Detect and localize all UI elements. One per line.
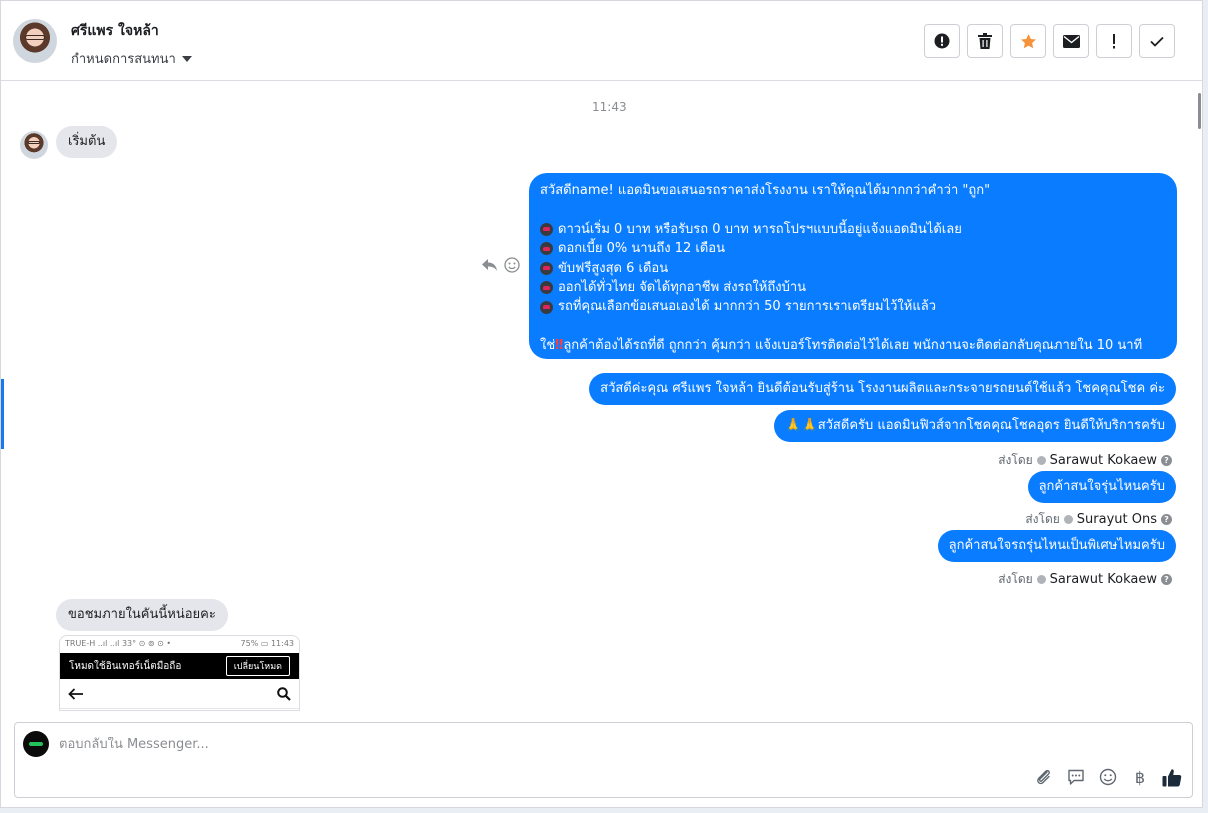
promo-line: สวัสดีname! แอดมินขอเสนอรถราคาส่งโรงงาน …	[540, 183, 991, 198]
exclamation-icon	[1113, 33, 1115, 48]
thumbs-up-icon	[1162, 768, 1182, 786]
sent-by-label: ส่งโดย	[998, 572, 1033, 586]
car-emoji-icon	[540, 261, 553, 275]
contact-name[interactable]: ศรีแพร ใจหล้า	[71, 20, 159, 42]
scrollbar-thumb[interactable]	[1198, 93, 1201, 129]
sender-name[interactable]: Sarawut Kokaew	[1050, 572, 1157, 587]
promo-line: ออกได้ทั่วไทย จัดได้ทุกอาชีพ ส่งรถให้ถึง…	[558, 279, 807, 295]
outgoing-message-promo[interactable]: สวัสดีname! แอดมินขอเสนอรถราคาส่งโรงงาน …	[529, 173, 1177, 359]
outgoing-message[interactable]: ลูกค้าสนใจรุ่นไหนครับ	[1027, 471, 1176, 503]
outgoing-message[interactable]: สวัสดีค่ะคุณ ศรีแพร ใจหล้า ยินดีต้อนรับส…	[589, 373, 1176, 405]
double-exclamation-icon: ‼	[555, 338, 564, 354]
sender-name[interactable]: Surayut Ons	[1077, 512, 1157, 527]
outgoing-message[interactable]: 🙏🙏สวัสดีครับ แอดมินฟิวส์จากโชคคุณโชคอุดร…	[774, 410, 1176, 442]
verified-icon	[1036, 575, 1046, 584]
emoji-react-icon[interactable]	[504, 257, 520, 273]
incoming-message[interactable]: เริ่มต้น	[56, 126, 118, 158]
search-icon	[277, 686, 291, 701]
reply-input[interactable]	[59, 737, 959, 752]
payment-button[interactable]: ฿	[1130, 767, 1150, 787]
envelope-icon	[1062, 34, 1080, 48]
smiley-icon	[1099, 768, 1117, 786]
conversation-panel: ศรีแพร ใจหล้า กำหนดการสนทนา 11:43 เริ่มต…	[0, 0, 1203, 808]
sender-name[interactable]: Sarawut Kokaew	[1050, 453, 1157, 468]
promo-line: รถที่คุณเลือกข้อเสนอเองได้ มากกว่า 50 รา…	[558, 299, 936, 315]
sender-avatar	[20, 131, 48, 159]
delete-button[interactable]	[967, 24, 1003, 58]
mark-unread-button[interactable]	[1053, 24, 1089, 58]
sent-by-info: ส่งโดย Sarawut Kokaew ?	[998, 451, 1172, 470]
check-icon	[1150, 36, 1164, 47]
attached-screenshot-image[interactable]: TRUE-H ..ıl ..ıl 33° ⊙ ⊚ ⊙ • 75% ▭ 11:43…	[59, 635, 300, 711]
emoji-button[interactable]	[1098, 767, 1118, 787]
outgoing-message[interactable]: ลูกค้าสนใจรถรุ่นไหนเป็นพิเศษไหมครับ	[937, 530, 1176, 562]
mark-important-button[interactable]	[1096, 24, 1132, 58]
promo-line: ขับฟรีสูงสุด 6 เดือน	[558, 260, 669, 276]
contact-avatar[interactable]	[13, 19, 57, 63]
screenshot-status-bar: TRUE-H ..ıl ..ıl 33° ⊙ ⊚ ⊙ • 75% ▭ 11:43	[65, 639, 294, 648]
promo-line: ดอกเบี้ย 0% นานถึง 12 เดือน	[558, 241, 726, 257]
car-emoji-icon	[540, 242, 553, 256]
speech-bubble-icon	[1068, 769, 1084, 785]
sent-by-label: ส่งโดย	[1025, 512, 1060, 526]
incoming-message[interactable]: ขอชมภายในคันนี้หน่อยคะ	[56, 599, 228, 631]
sent-by-info: ส่งโดย Sarawut Kokaew ?	[998, 570, 1172, 589]
help-icon[interactable]: ?	[1161, 455, 1172, 466]
assign-label: กำหนดการสนทนา	[71, 52, 176, 67]
car-emoji-icon	[540, 300, 553, 314]
message-actions	[481, 257, 520, 273]
screenshot-nav	[60, 679, 299, 709]
message-timestamp: 11:43	[592, 100, 627, 114]
page-avatar	[23, 731, 49, 757]
trash-icon	[978, 33, 992, 49]
promo-line: ลูกค้าต้องได้รถที่ดี ถูกกว่า คุ้มกว่า แจ…	[563, 338, 1143, 354]
verified-icon	[1036, 456, 1046, 465]
car-emoji-icon	[540, 281, 553, 295]
selection-accent	[1, 379, 4, 449]
sent-by-label: ส่งโดย	[998, 453, 1033, 467]
car-emoji-icon	[540, 222, 553, 236]
promo-line: ดาวน์เริ่ม 0 บาท หรือรับรถ 0 บาท หารถโปร…	[558, 221, 962, 237]
star-button[interactable]	[1010, 24, 1046, 58]
reply-icon[interactable]	[481, 258, 498, 272]
help-icon[interactable]: ?	[1161, 574, 1172, 585]
reply-composer: ฿	[14, 722, 1193, 798]
sent-by-info: ส่งโดย Surayut Ons ?	[1025, 510, 1172, 529]
arrow-left-icon	[68, 687, 83, 700]
alert-circle-icon	[934, 33, 950, 49]
screenshot-banner: โหมดใช้อินเทอร์เน็ตมือถือ เปลี่ยนโหมด	[60, 653, 299, 679]
baht-icon: ฿	[1134, 767, 1146, 787]
assign-conversation-dropdown[interactable]: กำหนดการสนทนา	[71, 48, 192, 69]
caret-down-icon	[181, 55, 192, 62]
conversation-header: ศรีแพร ใจหล้า กำหนดการสนทนา	[1, 1, 1202, 81]
composer-tools: ฿	[1034, 767, 1182, 787]
header-toolbar	[924, 24, 1175, 58]
verified-icon	[1063, 515, 1073, 524]
help-icon[interactable]: ?	[1161, 514, 1172, 525]
promo-line: ใช่	[540, 338, 556, 354]
spam-button[interactable]	[924, 24, 960, 58]
saved-replies-button[interactable]	[1066, 767, 1086, 787]
star-icon	[1020, 33, 1036, 48]
paperclip-icon	[1037, 769, 1050, 785]
mark-done-button[interactable]	[1139, 24, 1175, 58]
like-button[interactable]	[1162, 767, 1182, 787]
attach-button[interactable]	[1034, 767, 1054, 787]
